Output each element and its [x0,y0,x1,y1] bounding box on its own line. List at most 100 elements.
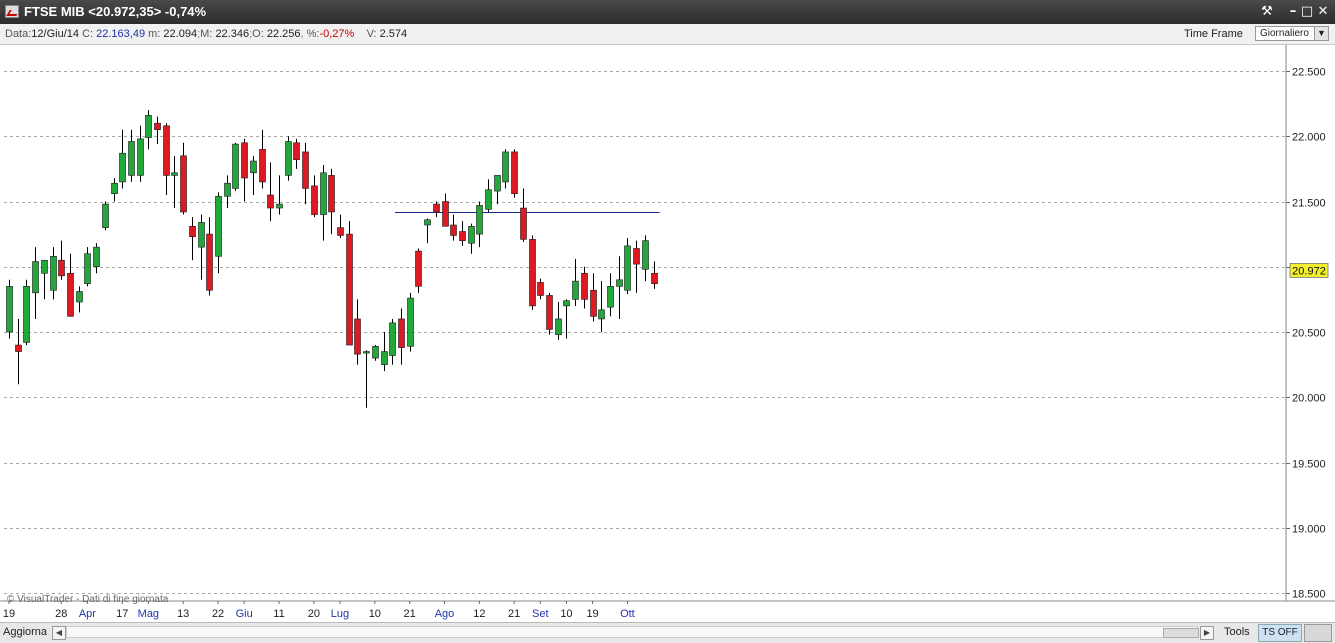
candle-body-up [555,318,562,335]
dropdown-arrow-icon[interactable]: ▼ [1314,27,1328,40]
close-icon[interactable]: ✕ [1315,3,1331,20]
candle [171,155,178,209]
grid-lines [4,71,1286,594]
candle [346,221,353,346]
candle-body-down [529,239,536,307]
panel-toggle-button[interactable] [1304,624,1332,642]
candle-body-up [6,286,13,333]
candle [424,218,431,244]
candle-body-up [32,261,39,294]
candle [546,292,553,335]
date-tick-label: 19 [3,608,15,620]
candle-body-down [206,233,213,291]
m-value: 22.094 [163,28,198,40]
time-frame-label: Time Frame [1184,28,1243,40]
o-label: O: [252,28,264,40]
candle [537,278,544,300]
candle-body-up [424,219,431,226]
tools-wrench-icon[interactable]: ⚒ [1259,3,1275,20]
candle-body-down [163,125,170,176]
candle [189,217,196,261]
candle-body-down [433,203,440,213]
scrollbar-thumb[interactable] [1163,628,1199,638]
candle [354,299,361,365]
info-bar: Data:12/Giu/14 C: 22.163,49 m: 22.094;M:… [0,24,1335,45]
date-tick-label: 20 [308,608,320,620]
candle [102,201,109,231]
candle-body-down [154,122,161,131]
price-tick-label: 20.000 [1292,393,1326,405]
candle-body-down [511,151,518,194]
price-tick-label: 21.500 [1292,198,1326,210]
candle-body-up [624,245,631,291]
candle [67,253,74,317]
candle [276,175,283,215]
candle-body-up [198,222,205,248]
candle-body-up [476,205,483,235]
candle [363,350,370,408]
candle-body-down [651,272,658,285]
candle [590,273,597,322]
candle [250,155,257,195]
candle [328,168,335,235]
candlestick-chart[interactable]: 18.50019.00019.50020.00020.50021.00021.5… [0,45,1335,622]
candle-body-up [598,309,605,320]
candle [119,129,126,189]
candle [267,162,274,222]
tools-button[interactable]: Tools [1224,626,1250,638]
candle-body-up [171,172,178,176]
candle [215,192,222,274]
price-tick-label: 20.500 [1292,328,1326,340]
candle-body-up [616,279,623,287]
candle [459,221,466,246]
horizontal-scrollbar[interactable] [66,626,1199,638]
candle-body-up [119,152,126,183]
date-tick-label: 19 [586,608,598,620]
candle [511,149,518,198]
aggiorna-button[interactable]: Aggiorna [3,626,47,638]
candle-body-up [111,182,118,194]
candle-body-up [485,189,492,210]
candle [581,266,588,309]
candle-body-up [215,195,222,257]
o-value: 22.256 [266,28,301,40]
candle-body-up [320,172,327,215]
scroll-left-icon[interactable]: ◀ [52,626,66,640]
candle-body-down [546,295,553,330]
candle [302,142,309,205]
v-label: V: [366,28,377,40]
candle [616,256,623,319]
candle [337,214,344,239]
maximize-icon[interactable]: □ [1299,3,1315,20]
candle [633,240,640,293]
candle [15,318,22,385]
candle [476,201,483,248]
candle-body-up [84,253,91,285]
data-value: 12/Giu/14 [31,28,79,40]
candle-body-up [407,297,414,347]
candle-body-down [189,225,196,238]
candle [502,149,509,189]
date-tick-label: Set [532,608,549,620]
candle-body-down [337,227,344,236]
max-value: 22.346 [215,28,250,40]
ts-off-button[interactable]: TS OFF [1258,624,1302,642]
candle [642,235,649,282]
candles [6,110,658,408]
candle-body-down [15,344,22,352]
date-tick-label: 10 [560,608,572,620]
c-label: C: [82,28,94,40]
date-tick-label: 13 [177,608,189,620]
candle-body-up [224,182,231,197]
candle-body-up [372,346,379,359]
time-frame-select[interactable]: Giornaliero ▼ [1255,26,1329,41]
pct-value: -0,27% [319,28,355,40]
candle-body-down [259,149,266,183]
candle [415,248,422,293]
candle-body-down [633,248,640,265]
candle [259,129,266,189]
price-tick-label: 22.000 [1292,132,1326,144]
scroll-right-icon[interactable]: ▶ [1200,626,1214,640]
candle-body-up [137,138,144,176]
candle-body-up [128,141,135,176]
